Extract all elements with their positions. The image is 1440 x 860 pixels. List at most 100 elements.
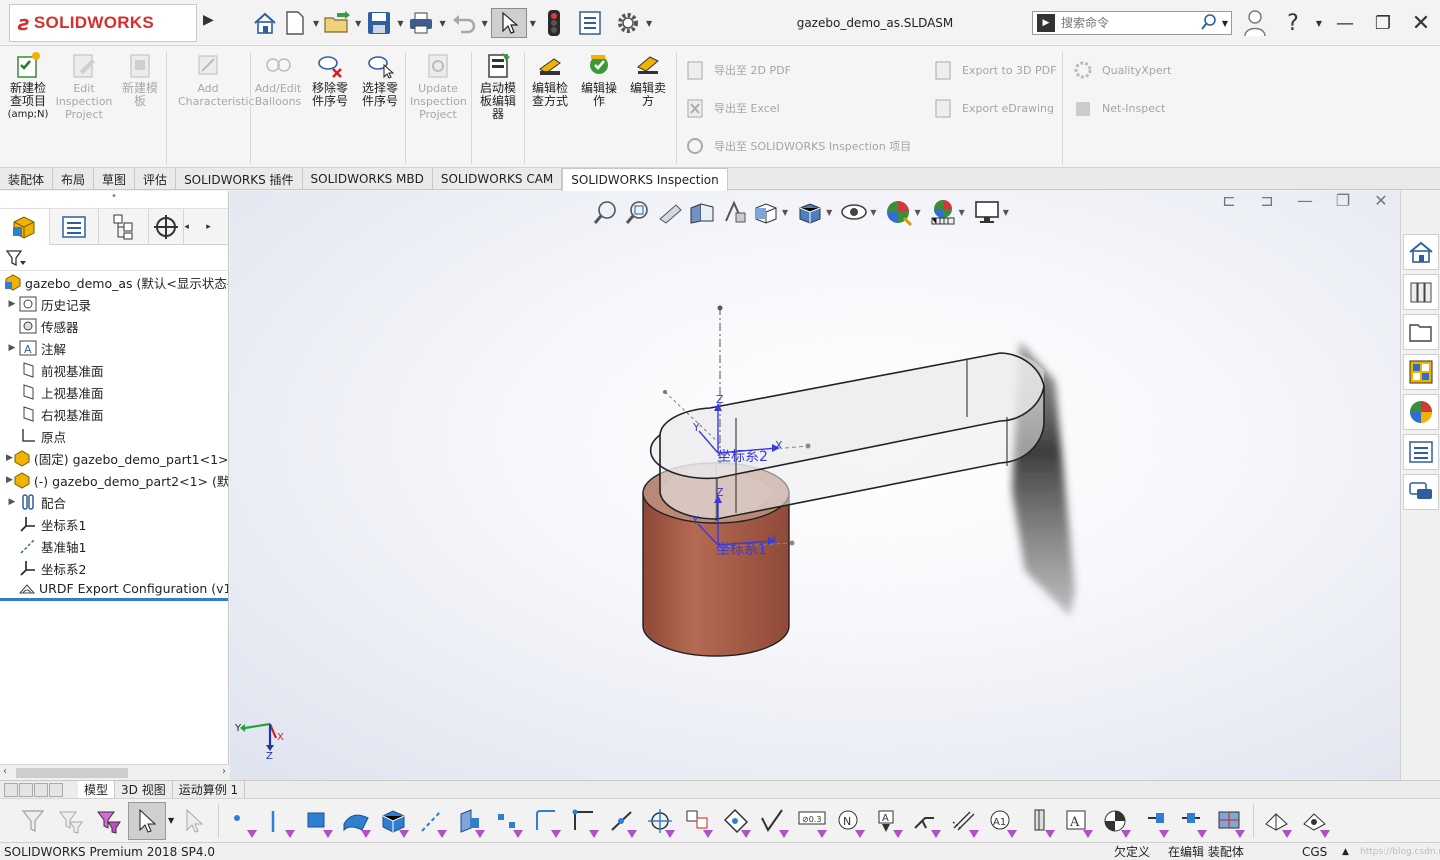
undo-dropdown-icon[interactable]: ▼ <box>482 19 488 28</box>
tree-item-mates[interactable]: ▶ 配合 <box>0 491 228 513</box>
filter-axes-icon[interactable] <box>413 802 451 840</box>
qualityxpert-button[interactable]: QualityXpert <box>1072 59 1171 81</box>
tab-sw-mbd[interactable]: SOLIDWORKS MBD <box>303 168 433 190</box>
help-dropdown-icon[interactable]: ▼ <box>1312 6 1326 40</box>
add-characteristic-button[interactable]: Add Characteristic <box>170 50 255 108</box>
view-palette-icon[interactable] <box>1403 354 1439 390</box>
scroll-left-icon[interactable]: ◂ <box>184 222 206 232</box>
tab-model[interactable]: 模型 <box>78 780 116 799</box>
custom-properties-icon[interactable] <box>1403 434 1439 470</box>
scroll-left-arrow-icon[interactable]: ‹ <box>3 766 7 777</box>
search-input[interactable] <box>1061 16 1191 30</box>
help-icon[interactable]: ? <box>1274 6 1312 40</box>
appearances-scenes-icon[interactable] <box>1403 394 1439 430</box>
menu-expand-arrow-icon[interactable]: ▶ <box>203 12 214 28</box>
filter-surface-finish-icon[interactable] <box>717 802 755 840</box>
definition-status[interactable]: 欠定义 <box>1114 843 1150 860</box>
toggle-selection-filter-icon[interactable] <box>14 802 52 840</box>
graphics-area[interactable]: ▼ ▼ ▼ ▼ ▼ ▼ ⊏ ⊐ — ❐ ✕ Z X Y 坐标系2 Z X Y 坐… <box>230 191 1400 780</box>
open-dropdown-icon[interactable]: ▼ <box>355 19 361 28</box>
filter-cosmetic-threads-icon[interactable] <box>945 802 983 840</box>
print-dropdown-icon[interactable]: ▼ <box>439 19 445 28</box>
filter-dowel-pins-icon[interactable] <box>1021 802 1059 840</box>
save-dropdown-icon[interactable]: ▼ <box>397 19 403 28</box>
filter-vertices-icon[interactable] <box>223 802 261 840</box>
file-properties-icon[interactable] <box>575 8 605 38</box>
export-sw-inspection-button[interactable]: 导出至 SOLIDWORKS Inspection 项目 <box>684 135 911 157</box>
new-dropdown-icon[interactable]: ▼ <box>313 19 319 28</box>
tab-assembly[interactable]: 装配体 <box>0 168 54 190</box>
tree-item-csys1[interactable]: 坐标系1 <box>0 513 228 535</box>
expand-arrow-icon[interactable]: ▶ <box>6 343 18 353</box>
open-folder-icon[interactable] <box>322 8 352 38</box>
sw-resources-icon[interactable] <box>1403 234 1439 270</box>
tree-item-front-plane[interactable]: 前视基准面 <box>0 359 228 381</box>
tab-scroll-buttons[interactable] <box>4 782 78 798</box>
new-inspection-project-button[interactable]: 新建检查项目 (amp;N) <box>6 50 50 121</box>
tree-item-sensors[interactable]: 传感器 <box>0 315 228 337</box>
dimxpert-tab-icon[interactable] <box>149 209 185 245</box>
filter-icon[interactable] <box>6 249 26 267</box>
design-library-icon[interactable] <box>1403 274 1439 310</box>
edit-inspection-project-button[interactable]: Edit Inspection Project <box>55 50 113 121</box>
save-icon[interactable] <box>364 8 394 38</box>
magnifier-icon[interactable] <box>1200 13 1218 34</box>
filter-mesh-vertices-icon[interactable] <box>1296 802 1334 840</box>
edit-inspection-method-button[interactable]: 编辑检查方式 <box>527 50 573 108</box>
export-2d-pdf-button[interactable]: 导出至 2D PDF <box>684 59 791 81</box>
tab-sw-cam[interactable]: SOLIDWORKS CAM <box>433 168 563 190</box>
filter-edges-icon[interactable] <box>261 802 299 840</box>
filter-mate-references-icon[interactable] <box>1135 802 1173 840</box>
part2-slot-link[interactable] <box>649 352 1045 520</box>
tab-sw-inspection[interactable]: SOLIDWORKS Inspection <box>562 168 728 191</box>
filter-connection-points-icon[interactable]: A <box>1059 802 1097 840</box>
edit-operation-button[interactable]: 编辑操作 <box>576 50 622 108</box>
export-excel-button[interactable]: 导出至 Excel <box>684 97 780 119</box>
tab-evaluate[interactable]: 评估 <box>135 168 177 190</box>
add-edit-balloons-button[interactable]: Add/Edit Balloons <box>253 50 303 108</box>
filter-routing-mate-icon[interactable] <box>1173 802 1211 840</box>
filter-faces-icon[interactable] <box>299 802 337 840</box>
clear-all-filters-icon[interactable] <box>52 802 90 840</box>
options-dropdown-icon[interactable]: ▼ <box>646 19 652 28</box>
tab-sketch[interactable]: 草图 <box>94 168 136 190</box>
tab-motion-study-1[interactable]: 运动算例 1 <box>173 780 246 799</box>
tree-item-part1[interactable]: ▶ (固定) gazebo_demo_part1<1> <box>0 447 228 469</box>
search-dropdown-icon[interactable]: ▼ <box>1222 19 1228 28</box>
panel-grip[interactable]: • <box>0 191 228 209</box>
manager-tabs-scroll[interactable]: ◂ <box>184 209 206 245</box>
select-dropdown-icon[interactable]: ▼ <box>530 19 536 28</box>
filter-center-marks-icon[interactable] <box>603 802 641 840</box>
expand-arrow-icon[interactable]: ▶ <box>6 497 18 507</box>
forum-icon[interactable] <box>1403 474 1439 510</box>
filter-geometric-tolerance-icon[interactable] <box>755 802 793 840</box>
filter-datums-icon[interactable]: N <box>831 802 869 840</box>
solidworks-logo[interactable]: ƨ SOLIDWORKS <box>9 4 197 42</box>
tree-item-csys2[interactable]: 坐标系2 <box>0 557 228 579</box>
remove-part-numbers-button[interactable]: 移除零件序号 <box>306 50 354 108</box>
model-scene[interactable]: Z X Y 坐标系2 Z X Y 坐标系1 Y X Z <box>230 191 1400 780</box>
user-account-icon[interactable] <box>1236 6 1274 40</box>
new-document-icon[interactable] <box>280 8 310 38</box>
filter-mesh-fins-icon[interactable] <box>1258 802 1296 840</box>
search-commands-box[interactable]: ▶ ▼ <box>1032 11 1232 35</box>
undo-icon[interactable] <box>449 8 479 38</box>
tree-item-part2[interactable]: ▶ (-) gazebo_demo_part2<1> (默 <box>0 469 228 491</box>
tab-3d-views[interactable]: 3D 视图 <box>115 780 173 799</box>
expand-arrow-icon[interactable]: ▶ <box>6 299 18 309</box>
minimize-button[interactable]: — <box>1326 6 1364 40</box>
tree-item-axis1[interactable]: 基准轴1 <box>0 535 228 557</box>
tree-item-top-plane[interactable]: 上视基准面 <box>0 381 228 403</box>
tree-item-origin[interactable]: 原点 <box>0 425 228 447</box>
property-manager-tab-icon[interactable] <box>50 209 100 245</box>
print-icon[interactable] <box>406 8 436 38</box>
tab-layout[interactable]: 布局 <box>53 168 95 190</box>
options-gear-icon[interactable] <box>613 8 643 38</box>
tree-item-history[interactable]: ▶ 历史记录 <box>0 293 228 315</box>
edit-vendor-button[interactable]: 编辑卖方 <box>625 50 671 108</box>
filter-routing-points-icon[interactable] <box>1097 802 1135 840</box>
filter-dimensions-icon[interactable] <box>679 802 717 840</box>
filter-centerline-icon[interactable] <box>641 802 679 840</box>
new-template-button[interactable]: 新建模板 <box>118 50 162 108</box>
tree-item-urdf-export[interactable]: URDF Export Configuration (v1 <box>0 579 228 601</box>
